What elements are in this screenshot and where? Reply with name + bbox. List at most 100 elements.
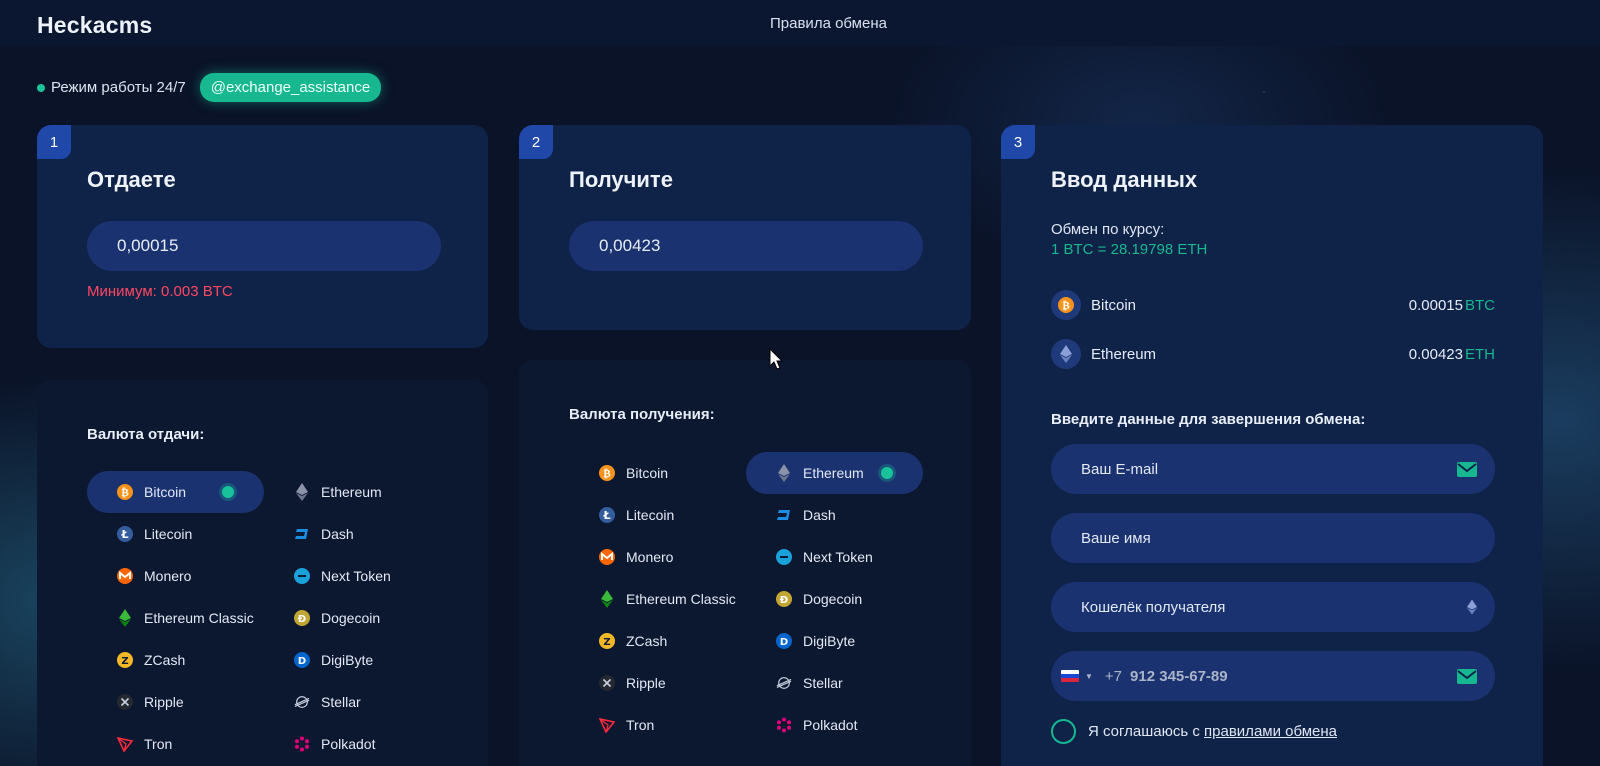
receive-currency-card: Валюта получения: ₿ Bitcoin Ethereum Ł Litec…: [519, 360, 971, 766]
svg-text:₿: ₿: [603, 467, 611, 480]
work-hours-text: Режим работы 24/7: [51, 79, 186, 96]
receive-amount-card: 2 Получите: [519, 125, 971, 330]
coin-label: Ethereum: [321, 484, 382, 500]
receive-coin-ripple[interactable]: Ripple: [569, 662, 746, 704]
receive-title: Получите: [569, 167, 673, 192]
exchange-details-card: 3 Ввод данных Обмен по курсу: 1 BTC = 28…: [1001, 125, 1543, 766]
coin-label: Polkadot: [803, 717, 858, 733]
receive-amount-input[interactable]: [569, 221, 923, 271]
give-coin-bitcoin[interactable]: ₿ Bitcoin: [87, 471, 264, 513]
receive-coin-ethereum-classic[interactable]: Ethereum Classic: [569, 578, 746, 620]
coin-label: Next Token: [803, 549, 873, 565]
brand-logo[interactable]: Heckacms: [37, 12, 152, 39]
give-coin-stellar[interactable]: Stellar: [264, 681, 441, 723]
svg-text:Z: Z: [603, 637, 610, 648]
mouse-cursor-icon: [769, 348, 783, 370]
receive-coin-dogecoin[interactable]: Ð Dogecoin: [746, 578, 923, 620]
receive-currency-title: Валюта получения:: [569, 406, 715, 423]
coin-label: Ethereum Classic: [626, 591, 736, 607]
rate-value: 1 BTC = 28.19798 ETH: [1051, 241, 1208, 258]
receive-coin-zcash[interactable]: Z ZCash: [569, 620, 746, 662]
email-placeholder: Ваш E-mail: [1081, 460, 1159, 478]
receive-coin-digibyte[interactable]: D DigiByte: [746, 620, 923, 662]
give-coin-ethereum-classic[interactable]: Ethereum Classic: [87, 597, 264, 639]
telegram-support-link[interactable]: @exchange_assistance: [199, 73, 382, 102]
receive-coin-dash[interactable]: Dash: [746, 494, 923, 536]
coin-label: Stellar: [803, 675, 843, 691]
litecoin-icon: Ł: [599, 507, 615, 523]
wallet-placeholder: Кошелёк получателя: [1081, 598, 1226, 616]
give-coin-monero[interactable]: Monero: [87, 555, 264, 597]
online-dot-icon: [37, 83, 45, 92]
give-coin-dogecoin[interactable]: Ð Dogecoin: [264, 597, 441, 639]
selected-indicator-icon: [222, 486, 234, 498]
stellar-icon: [294, 694, 310, 710]
dogecoin-icon: Ð: [294, 610, 310, 626]
give-coin-litecoin[interactable]: Ł Litecoin: [87, 513, 264, 555]
name-field[interactable]: Ваше имя: [1051, 513, 1495, 563]
wallet-field[interactable]: Кошелёк получателя: [1051, 582, 1495, 632]
exchange-rules-link[interactable]: правилами обмена: [1204, 723, 1337, 740]
coin-label: Ripple: [144, 694, 184, 710]
selected-indicator-icon: [881, 467, 893, 479]
summary-row-receive: Ethereum 0.00423 ETH: [1051, 338, 1495, 370]
coin-label: Ethereum: [803, 465, 864, 481]
coin-label: Dogecoin: [803, 591, 863, 607]
bitcoin-icon: ₿: [599, 465, 615, 481]
summary-amount-value: 0.00015: [1408, 296, 1463, 314]
summary-currency: ETH: [1465, 345, 1495, 363]
ripple-icon: [599, 675, 615, 691]
receive-coin-bitcoin[interactable]: ₿ Bitcoin: [569, 452, 746, 494]
nav-exchange-rules-link[interactable]: Правила обмена: [770, 15, 887, 32]
stellar-icon: [776, 675, 792, 691]
receive-coin-monero[interactable]: Monero: [569, 536, 746, 578]
russia-flag-icon[interactable]: [1061, 670, 1079, 682]
give-coin-digibyte[interactable]: D DigiByte: [264, 639, 441, 681]
give-coin-next-token[interactable]: Next Token: [264, 555, 441, 597]
give-coin-zcash[interactable]: Z ZCash: [87, 639, 264, 681]
receive-currency-list: ₿ Bitcoin Ethereum Ł Litecoin Dash Monero Next …: [569, 452, 923, 746]
bitcoin-icon: ₿: [117, 484, 133, 500]
envelope-icon: [1457, 668, 1477, 684]
receive-coin-next-token[interactable]: Next Token: [746, 536, 923, 578]
receive-coin-litecoin[interactable]: Ł Litecoin: [569, 494, 746, 536]
give-coin-ethereum[interactable]: Ethereum: [264, 471, 441, 513]
coin-label: Dash: [803, 507, 836, 523]
polkadot-icon: [776, 717, 792, 733]
coin-label: Ripple: [626, 675, 666, 691]
svg-text:Ð: Ð: [780, 595, 788, 606]
svg-text:₿: ₿: [1062, 299, 1070, 312]
give-coin-dash[interactable]: Dash: [264, 513, 441, 555]
give-currency-card: Валюта отдачи: ₿ Bitcoin Ethereum Ł Litecoin…: [37, 380, 488, 766]
receive-coin-tron[interactable]: Tron: [569, 704, 746, 746]
phone-field[interactable]: ▼ +7 912 345-67-89: [1051, 651, 1495, 701]
summary-currency: BTC: [1465, 296, 1495, 314]
receive-coin-stellar[interactable]: Stellar: [746, 662, 923, 704]
svg-text:Ð: Ð: [298, 614, 306, 625]
dogecoin-icon: Ð: [776, 591, 792, 607]
ethereum-icon: [1467, 599, 1477, 615]
svg-text:Ł: Ł: [602, 509, 610, 522]
summary-coin-name: Ethereum: [1091, 345, 1157, 363]
email-field[interactable]: Ваш E-mail: [1051, 444, 1495, 494]
agree-text-prefix: Я соглашаюсь с: [1088, 723, 1205, 740]
chevron-down-icon[interactable]: ▼: [1085, 672, 1093, 681]
work-status: Режим работы 24/7 @exchange_assistance: [37, 73, 382, 102]
receive-coin-ethereum[interactable]: Ethereum: [746, 452, 923, 494]
digibyte-icon: D: [294, 652, 310, 668]
coin-label: DigiByte: [803, 633, 856, 649]
coin-label: ZCash: [626, 633, 668, 649]
give-amount-input[interactable]: [87, 221, 441, 271]
coin-label: ZCash: [144, 652, 186, 668]
receive-coin-polkadot[interactable]: Polkadot: [746, 704, 923, 746]
phone-placeholder: 912 345-67-89: [1130, 667, 1228, 685]
agree-radio[interactable]: [1051, 719, 1076, 744]
give-coin-polkadot[interactable]: Polkadot: [264, 723, 441, 765]
step-number-badge: 1: [37, 125, 71, 159]
give-coin-tron[interactable]: Tron: [87, 723, 264, 765]
ethereum-classic-icon: [599, 590, 615, 608]
svg-text:Z: Z: [121, 656, 128, 667]
agree-text: Я соглашаюсь с правилами обмена: [1088, 723, 1337, 740]
give-coin-ripple[interactable]: Ripple: [87, 681, 264, 723]
svg-text:Ł: Ł: [120, 528, 128, 541]
